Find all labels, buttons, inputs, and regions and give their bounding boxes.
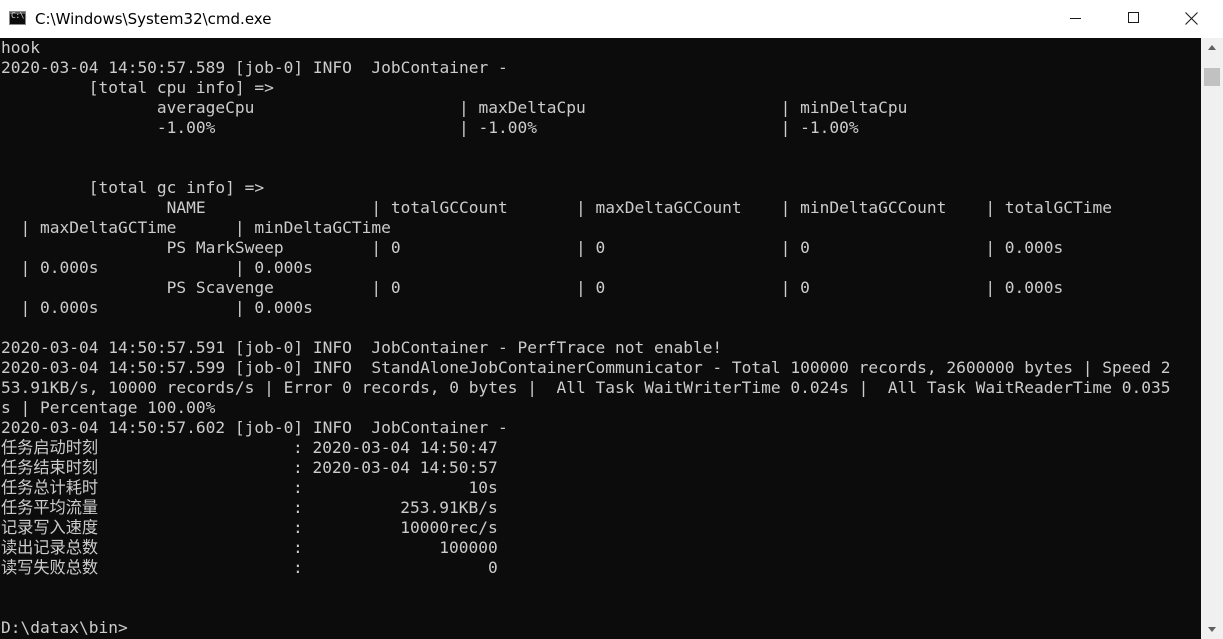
icon-glyph: C:\.	[11, 11, 29, 20]
cmd-window: C:\. C:\Windows\System32\cmd.exe hook 202…	[0, 0, 1223, 639]
console-line: PS Scavenge | 0 | 0 | 0 | 0.000s	[1, 278, 1064, 297]
console-line: | 0.000s | 0.000s	[1, 298, 313, 317]
console-text: hook 2020-03-04 14:50:57.589 [job-0] INFO…	[1, 38, 1170, 638]
scroll-down-button[interactable]	[1201, 619, 1223, 639]
scroll-up-button[interactable]	[1201, 38, 1223, 58]
console-line: 记录写入速度 : 10000rec/s	[1, 518, 498, 537]
console-line: [total cpu info] =>	[1, 78, 274, 97]
arrow-down-icon	[1208, 627, 1216, 632]
arrow-up-icon	[1208, 45, 1216, 50]
close-button[interactable]	[1163, 0, 1223, 38]
console-line: D:\datax\bin>	[1, 618, 128, 637]
close-icon	[1185, 12, 1198, 25]
maximize-button[interactable]	[1105, 0, 1163, 38]
console-line: | 0.000s | 0.000s	[1, 258, 313, 277]
console-line: | maxDeltaGCTime | minDeltaGCTime	[1, 218, 391, 237]
console-line: hook	[1, 38, 40, 57]
window-title: C:\Windows\System32\cmd.exe	[35, 10, 272, 28]
console-line: 读写失败总数 : 0	[1, 558, 498, 577]
console-line: [total gc info] =>	[1, 178, 265, 197]
minimize-icon	[1070, 18, 1081, 19]
console-line: PS MarkSweep | 0 | 0 | 0 | 0.000s	[1, 238, 1064, 257]
maximize-icon	[1128, 12, 1139, 23]
console-line: NAME | totalGCCount | maxDeltaGCCount | …	[1, 198, 1113, 217]
scrollbar-thumb[interactable]	[1204, 68, 1220, 86]
console-output-area[interactable]: hook 2020-03-04 14:50:57.589 [job-0] INFO…	[0, 38, 1201, 639]
console-line: 2020-03-04 14:50:57.599 [job-0] INFO Sta…	[1, 358, 1171, 377]
console-line: 读出记录总数 : 100000	[1, 538, 498, 557]
console-line: 任务总计耗时 : 10s	[1, 478, 498, 497]
console-line: 任务结束时刻 : 2020-03-04 14:50:57	[1, 458, 498, 477]
console-line: 53.91KB/s, 10000 records/s | Error 0 rec…	[1, 378, 1171, 397]
console-line: 任务平均流量 : 253.91KB/s	[1, 498, 498, 517]
console-line: -1.00% | -1.00% | -1.00%	[1, 118, 859, 137]
minimize-button[interactable]	[1047, 0, 1105, 38]
console-line: 2020-03-04 14:50:57.589 [job-0] INFO Job…	[1, 58, 508, 77]
console-line: s | Percentage 100.00%	[1, 398, 216, 417]
console-line: averageCpu | maxDeltaCpu | minDeltaCpu	[1, 98, 908, 117]
vertical-scrollbar[interactable]	[1201, 38, 1223, 639]
console-line: 2020-03-04 14:50:57.591 [job-0] INFO Job…	[1, 338, 723, 357]
console-line: 2020-03-04 14:50:57.602 [job-0] INFO Job…	[1, 418, 508, 437]
console-line: 任务启动时刻 : 2020-03-04 14:50:47	[1, 438, 498, 457]
cmd-console-icon[interactable]: C:\.	[9, 11, 29, 25]
title-bar[interactable]: C:\. C:\Windows\System32\cmd.exe	[0, 0, 1223, 38]
